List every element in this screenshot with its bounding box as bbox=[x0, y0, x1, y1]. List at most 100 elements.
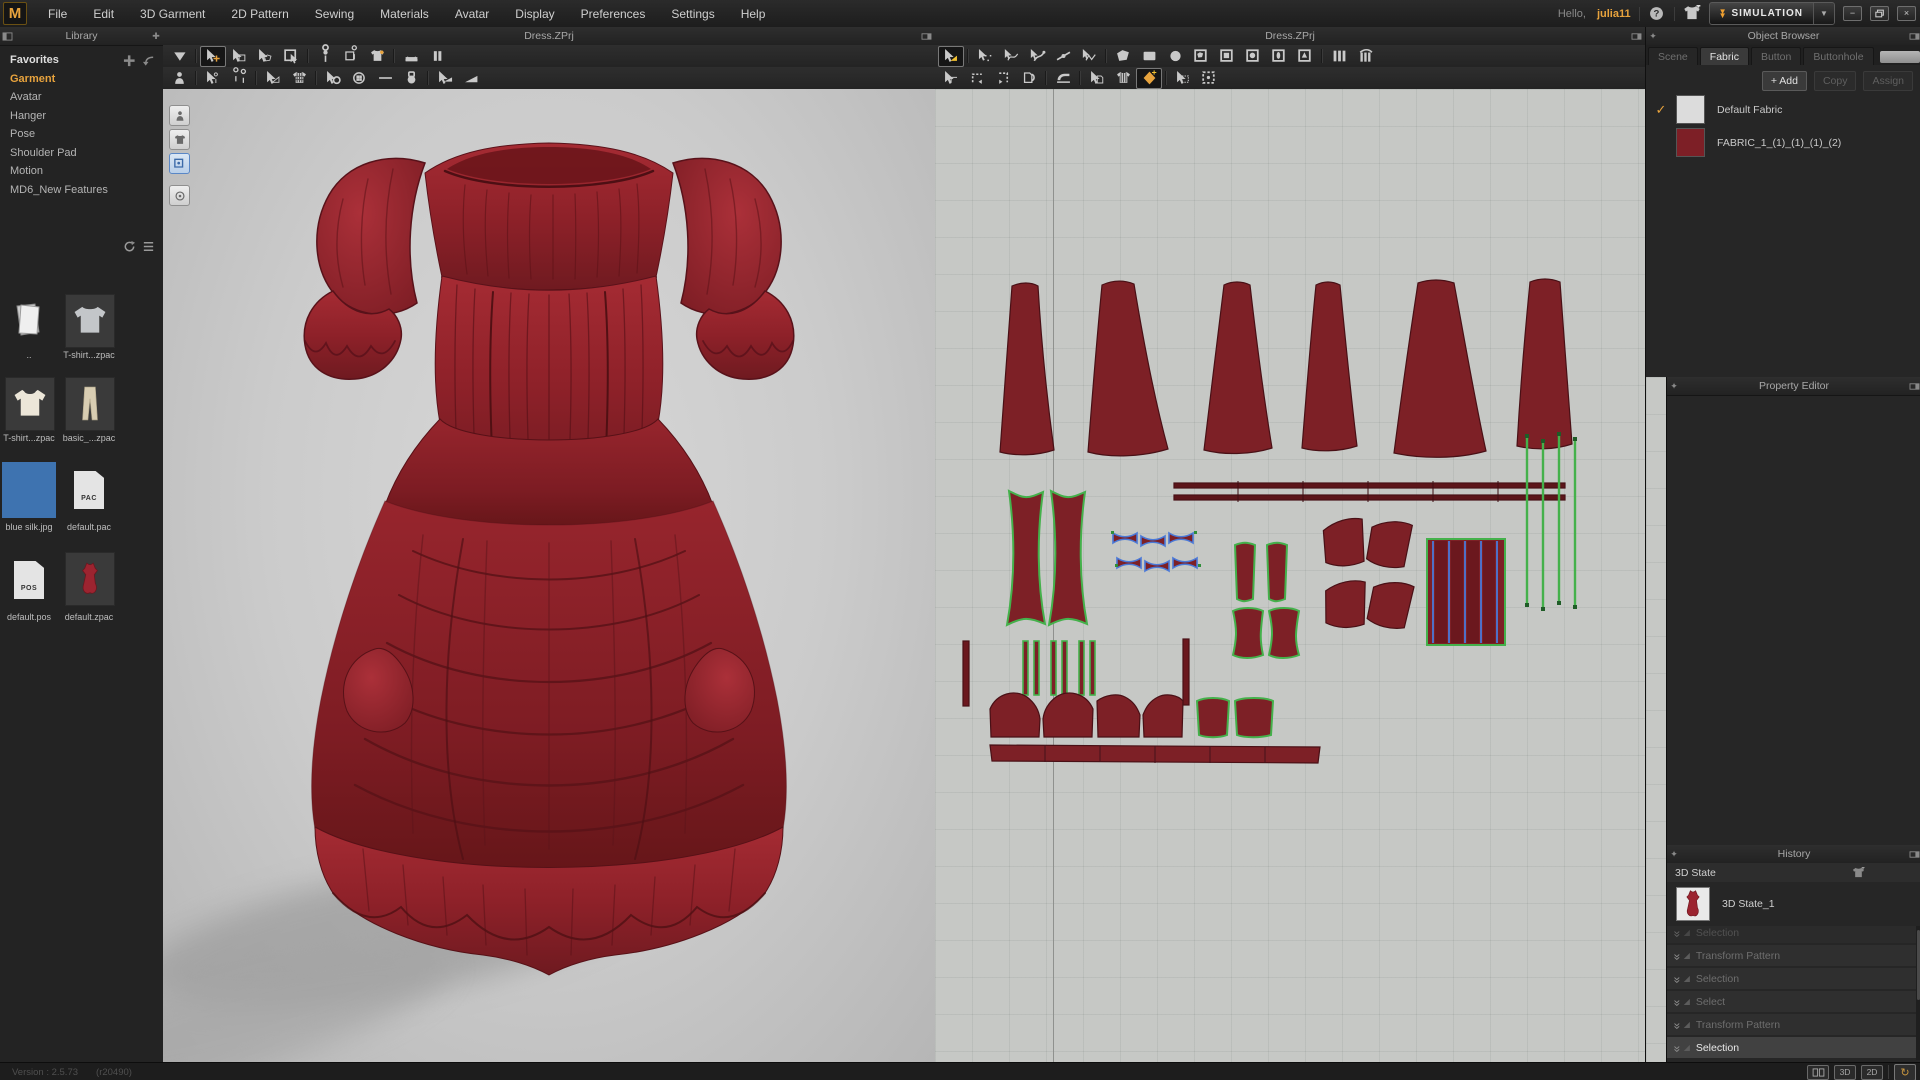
tool-quad-mesh-icon[interactable] bbox=[286, 68, 312, 89]
tool-polygon-icon[interactable] bbox=[1110, 46, 1136, 67]
tool-simulate-icon[interactable] bbox=[166, 46, 192, 67]
tool-tack-icon[interactable] bbox=[200, 68, 226, 89]
library-item-default-pos[interactable]: POS bbox=[5, 554, 53, 606]
layout-2d-view-button[interactable]: 2D bbox=[1861, 1065, 1883, 1080]
tool-edit-pattern-icon[interactable] bbox=[972, 46, 998, 67]
history-state-row[interactable]: 3D State_1 bbox=[1667, 882, 1920, 926]
history-entry[interactable]: »◢Selection bbox=[1667, 968, 1916, 990]
tool-rectangle-icon[interactable] bbox=[1136, 46, 1162, 67]
tool-pleat-icon[interactable] bbox=[1326, 46, 1352, 67]
library-item-tshirt-2[interactable] bbox=[5, 377, 55, 431]
history-entry[interactable]: »◢Select bbox=[1667, 991, 1916, 1013]
tool-dart-icon[interactable] bbox=[1266, 46, 1292, 67]
library-item-pants[interactable] bbox=[65, 377, 115, 431]
tab-scroll-strip[interactable] bbox=[1880, 51, 1920, 63]
panel-collapse-icon[interactable] bbox=[1629, 30, 1643, 42]
tool-select-move-icon[interactable] bbox=[200, 46, 226, 67]
tab-scene[interactable]: Scene bbox=[1648, 47, 1698, 65]
library-add-icon[interactable]: ✚ bbox=[149, 30, 163, 42]
layout-3d-view-button[interactable]: 3D bbox=[1834, 1065, 1856, 1080]
tool-inner-polygon-icon[interactable] bbox=[1188, 46, 1214, 67]
menu-avatar[interactable]: Avatar bbox=[442, 7, 502, 21]
menu-sewing[interactable]: Sewing bbox=[302, 7, 367, 21]
menu-materials[interactable]: Materials bbox=[367, 7, 442, 21]
library-category-motion[interactable]: Motion bbox=[0, 162, 163, 181]
tool-add-point-icon[interactable] bbox=[1050, 46, 1076, 67]
tool-pins-icon[interactable] bbox=[226, 68, 252, 89]
tool-grading-icon[interactable] bbox=[1170, 68, 1196, 89]
simulation-dropdown-icon[interactable]: ▼ bbox=[1813, 3, 1834, 24]
help-icon[interactable]: ? bbox=[1648, 5, 1666, 23]
menu-display[interactable]: Display bbox=[502, 7, 567, 21]
tool-seam-allowance-2-icon[interactable] bbox=[990, 68, 1016, 89]
tool-sewing-shirt-icon[interactable] bbox=[364, 46, 390, 67]
menu-file[interactable]: File bbox=[35, 7, 80, 21]
tab-fabric[interactable]: Fabric bbox=[1700, 47, 1749, 65]
avatar-shirt-icon[interactable] bbox=[1683, 5, 1701, 23]
fabric-add-button[interactable]: + Add bbox=[1762, 71, 1807, 91]
library-refresh-icon[interactable] bbox=[123, 240, 136, 253]
library-category-shoulder-pad[interactable]: Shoulder Pad bbox=[0, 144, 163, 163]
menu-settings[interactable]: Settings bbox=[658, 7, 727, 21]
panel-dock-icon[interactable] bbox=[0, 30, 14, 42]
menu-3d-garment[interactable]: 3D Garment bbox=[127, 7, 218, 21]
library-list-view-icon[interactable] bbox=[142, 240, 155, 253]
library-category-avatar[interactable]: Avatar bbox=[0, 88, 163, 107]
tool-mirror-paste-icon[interactable] bbox=[1016, 68, 1042, 89]
library-item-default-zpac[interactable] bbox=[65, 552, 115, 606]
close-button[interactable]: × bbox=[1897, 6, 1916, 21]
menu-preferences[interactable]: Preferences bbox=[568, 7, 659, 21]
library-item-parent-folder[interactable] bbox=[5, 294, 53, 346]
tool-transform-pattern-icon[interactable] bbox=[938, 46, 964, 67]
library-category-favorites[interactable]: Favorites bbox=[0, 51, 163, 70]
history-entry[interactable]: »◢Transform Pattern bbox=[1667, 945, 1916, 967]
tool-button-icon[interactable] bbox=[346, 68, 372, 89]
tool-avatar-show-icon[interactable] bbox=[166, 68, 192, 89]
dress-3d-render[interactable] bbox=[163, 89, 935, 1062]
tab-button[interactable]: Button bbox=[1751, 47, 1801, 65]
tool-inner-rectangle-icon[interactable] bbox=[1214, 46, 1240, 67]
history-entry[interactable]: »◢Transform Pattern bbox=[1667, 1014, 1916, 1036]
favorites-add-icon[interactable] bbox=[123, 54, 136, 67]
library-category-md6-new-features[interactable]: MD6_New Features bbox=[0, 181, 163, 200]
panel-collapse-icon[interactable] bbox=[1907, 848, 1920, 860]
library-category-garment[interactable]: Garment bbox=[0, 70, 163, 89]
viewport-2d[interactable] bbox=[935, 89, 1645, 1062]
tool-iron-icon[interactable] bbox=[1050, 68, 1076, 89]
library-category-hanger[interactable]: Hanger bbox=[0, 107, 163, 126]
layout-both-views-icon[interactable] bbox=[1807, 1065, 1829, 1080]
tool-notch-icon[interactable] bbox=[1292, 46, 1318, 67]
tool-trace-icon[interactable] bbox=[938, 68, 964, 89]
panel-expand-icon[interactable]: ✦ bbox=[1667, 848, 1681, 860]
simulation-button[interactable]: ▼▼ SIMULATION ▼ bbox=[1709, 2, 1835, 25]
history-scrollbar[interactable] bbox=[1916, 926, 1920, 1060]
tool-inner-circle-icon[interactable] bbox=[1240, 46, 1266, 67]
panel-expand-icon[interactable]: ✦ bbox=[1646, 30, 1660, 42]
restore-button[interactable] bbox=[1870, 6, 1889, 21]
tool-wedge-icon[interactable] bbox=[458, 68, 484, 89]
fabric-row-fabric1[interactable]: FABRIC_1_(1)_(1)_(1)_(2) bbox=[1646, 126, 1920, 159]
app-logo[interactable]: M bbox=[3, 2, 27, 25]
fabric-row-default[interactable]: ✓ Default Fabric bbox=[1646, 93, 1920, 126]
tool-fold-angle-icon[interactable] bbox=[432, 68, 458, 89]
tool-select-box-icon[interactable] bbox=[226, 46, 252, 67]
fabric-assign-button[interactable]: Assign bbox=[1863, 71, 1913, 91]
panel-expand-icon[interactable]: ✦ bbox=[1667, 380, 1681, 392]
library-item-tshirt-1[interactable] bbox=[65, 294, 115, 348]
fabric-copy-button[interactable]: Copy bbox=[1814, 71, 1857, 91]
minimize-button[interactable]: − bbox=[1843, 6, 1862, 21]
tool-button-lock-icon[interactable] bbox=[398, 68, 424, 89]
menu-edit[interactable]: Edit bbox=[80, 7, 127, 21]
tool-edit-curve-point-icon[interactable] bbox=[1024, 46, 1050, 67]
library-category-pose[interactable]: Pose bbox=[0, 125, 163, 144]
tab-buttonhole[interactable]: Buttonhole bbox=[1803, 47, 1873, 65]
tool-edit-curvature-icon[interactable] bbox=[998, 46, 1024, 67]
tool-seam-allowance-icon[interactable] bbox=[964, 68, 990, 89]
tool-select-lasso-icon[interactable] bbox=[252, 46, 278, 67]
tool-arrange-all-icon[interactable] bbox=[398, 46, 424, 67]
menu-help[interactable]: Help bbox=[728, 7, 779, 21]
menu-2d-pattern[interactable]: 2D Pattern bbox=[218, 7, 301, 21]
tool-pin-icon[interactable] bbox=[312, 46, 338, 67]
tool-pattern-boundary-icon[interactable] bbox=[1196, 68, 1222, 89]
tool-select-mesh-icon[interactable] bbox=[278, 46, 304, 67]
